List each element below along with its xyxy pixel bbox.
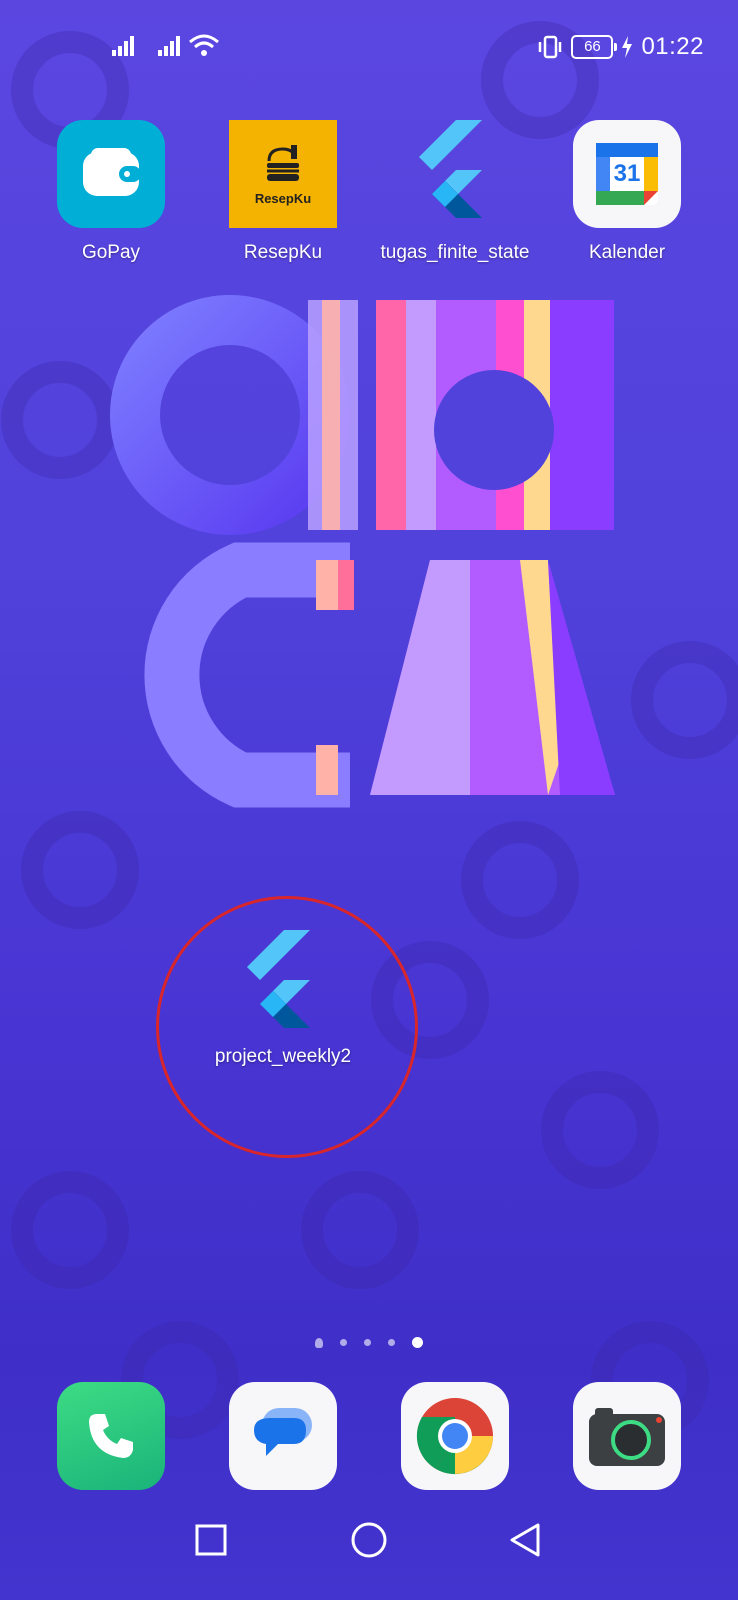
recents-button[interactable]	[171, 1500, 251, 1580]
calendar-date-text: 31	[613, 160, 641, 187]
dock-camera[interactable]	[547, 1382, 707, 1490]
messages-icon[interactable]	[229, 1382, 337, 1490]
highlight-circle	[156, 896, 418, 1158]
status-right-cluster: 66 01:22	[537, 30, 704, 64]
app-gopay[interactable]: GoPay	[31, 120, 191, 264]
wifi-icon	[189, 34, 219, 56]
resepku-burger-icon[interactable]: ResepKu	[229, 120, 337, 228]
dock-phone[interactable]	[31, 1382, 191, 1490]
gopay-wallet-icon[interactable]	[57, 120, 165, 228]
triangle-back-icon	[510, 1523, 540, 1557]
dock-messages[interactable]	[203, 1382, 363, 1490]
navigation-bar	[0, 1500, 738, 1580]
app-label: ResepKu	[243, 242, 323, 263]
page-dot[interactable]	[340, 1339, 347, 1346]
chrome-icon[interactable]	[401, 1382, 509, 1490]
google-calendar-icon[interactable]: 31	[573, 120, 681, 228]
home-button[interactable]	[329, 1500, 409, 1580]
signal-strength-icon	[158, 36, 180, 56]
battery-indicator: 66	[571, 35, 618, 59]
dock-chrome[interactable]	[375, 1382, 535, 1490]
signal-strength-icon	[112, 36, 134, 56]
vibrate-icon	[539, 35, 562, 59]
phone-icon[interactable]	[57, 1382, 165, 1490]
flutter-icon[interactable]	[401, 120, 509, 228]
page-dot[interactable]	[388, 1339, 395, 1346]
resepku-icon-text: ResepKu	[254, 190, 312, 206]
camera-icon[interactable]	[573, 1382, 681, 1490]
circle-icon	[351, 1522, 387, 1558]
app-label: tugas_finite_state	[380, 242, 530, 263]
page-dot-active[interactable]	[412, 1337, 423, 1348]
page-dot[interactable]	[364, 1339, 371, 1346]
app-kalender[interactable]: 31 Kalender	[547, 120, 707, 264]
app-tugas-finite-state[interactable]: tugas_finite_state	[375, 120, 535, 264]
charging-bolt-icon	[622, 36, 633, 58]
status-bar: 66 01:22	[0, 0, 738, 92]
status-clock: 01:22	[641, 33, 704, 60]
app-label: Kalender	[588, 242, 666, 263]
app-resepku[interactable]: ResepKu ResepKu	[203, 120, 363, 264]
square-icon	[195, 1524, 227, 1556]
page-indicator[interactable]	[0, 1337, 738, 1348]
back-button[interactable]	[485, 1500, 565, 1580]
page-dot-bulb[interactable]	[315, 1337, 323, 1348]
app-label: GoPay	[81, 242, 141, 263]
